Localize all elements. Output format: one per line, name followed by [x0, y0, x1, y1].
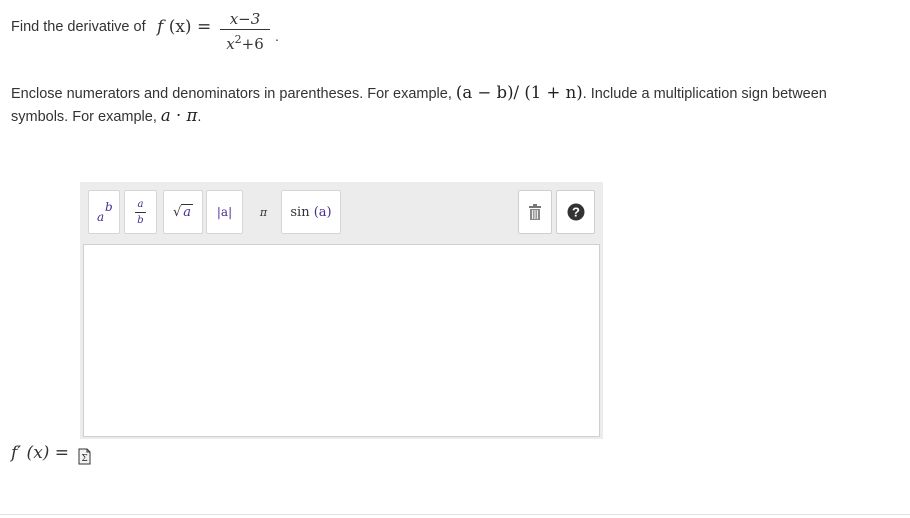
function-fraction: x−3 x2+6 [220, 10, 270, 53]
math-toolbar: a b a b √ a |a| π sin (a) ? [80, 182, 603, 242]
question-prefix: Find the derivative of [11, 19, 146, 35]
sqrt-argument: a [181, 203, 194, 220]
example-multiplication: a · π [160, 106, 198, 125]
pi-button[interactable]: π [247, 190, 280, 234]
power-exponent: b [105, 200, 113, 214]
math-editor: a b a b √ a |a| π sin (a) ? [80, 182, 603, 439]
question-period: . [275, 28, 279, 44]
instructions: Enclose numerators and denominators in p… [11, 82, 871, 128]
fraction-icon-denominator: b [137, 214, 144, 226]
power-icon: a b [92, 197, 116, 227]
sqrt-button[interactable]: √ a [163, 190, 203, 234]
sin-arg: (a) [314, 205, 332, 220]
fraction-icon-numerator: a [137, 198, 144, 210]
sin-fn: sin [290, 204, 310, 220]
answer-label-text: f′ (x) = [11, 443, 70, 463]
function-arg: (x) [168, 17, 192, 37]
instructions-line2-end: . [197, 109, 202, 125]
sin-button[interactable]: sin (a) [281, 190, 341, 234]
bottom-divider [0, 514, 910, 515]
fraction-button[interactable]: a b [124, 190, 157, 234]
instructions-line1-end: . Include a multiplication sign between [582, 86, 827, 102]
denominator-rest: +6 [241, 35, 264, 53]
pi-icon: π [259, 205, 268, 219]
power-button[interactable]: a b [88, 190, 120, 234]
sin-arg-text: (a) [313, 204, 332, 220]
svg-text:Σ: Σ [81, 454, 87, 464]
answer-label: f′ (x) = [11, 443, 69, 463]
fraction-numerator: x−3 [229, 10, 261, 28]
fraction-icon: a b [135, 199, 146, 226]
sqrt-icon: √ a [173, 203, 194, 220]
denominator-exponent: 2 [234, 33, 242, 46]
help-icon: ? [567, 203, 584, 221]
trash-icon [529, 204, 541, 220]
fraction-bar [220, 29, 270, 30]
instructions-line2: symbols. For example, [11, 109, 157, 125]
abs-icon: |a| [216, 205, 233, 219]
instructions-line1: Enclose numerators and denominators in p… [11, 86, 452, 102]
equals-sign: = [196, 17, 212, 37]
absolute-value-button[interactable]: |a| [206, 190, 243, 234]
answer-input-area[interactable] [83, 244, 600, 437]
clear-button[interactable] [518, 190, 552, 234]
function-name: f [157, 17, 164, 37]
function-label: f (x) = [157, 17, 211, 37]
power-base: a [97, 210, 105, 224]
denominator-base: x [226, 35, 235, 53]
fraction-icon-bar [135, 211, 146, 213]
fraction-denominator: x2+6 [220, 31, 270, 53]
equation-icon[interactable]: Σ [78, 448, 91, 465]
example-fraction: (a − b)/ (1 + n) [455, 83, 583, 102]
svg-text:?: ? [572, 205, 580, 220]
help-button[interactable]: ? [556, 190, 595, 234]
